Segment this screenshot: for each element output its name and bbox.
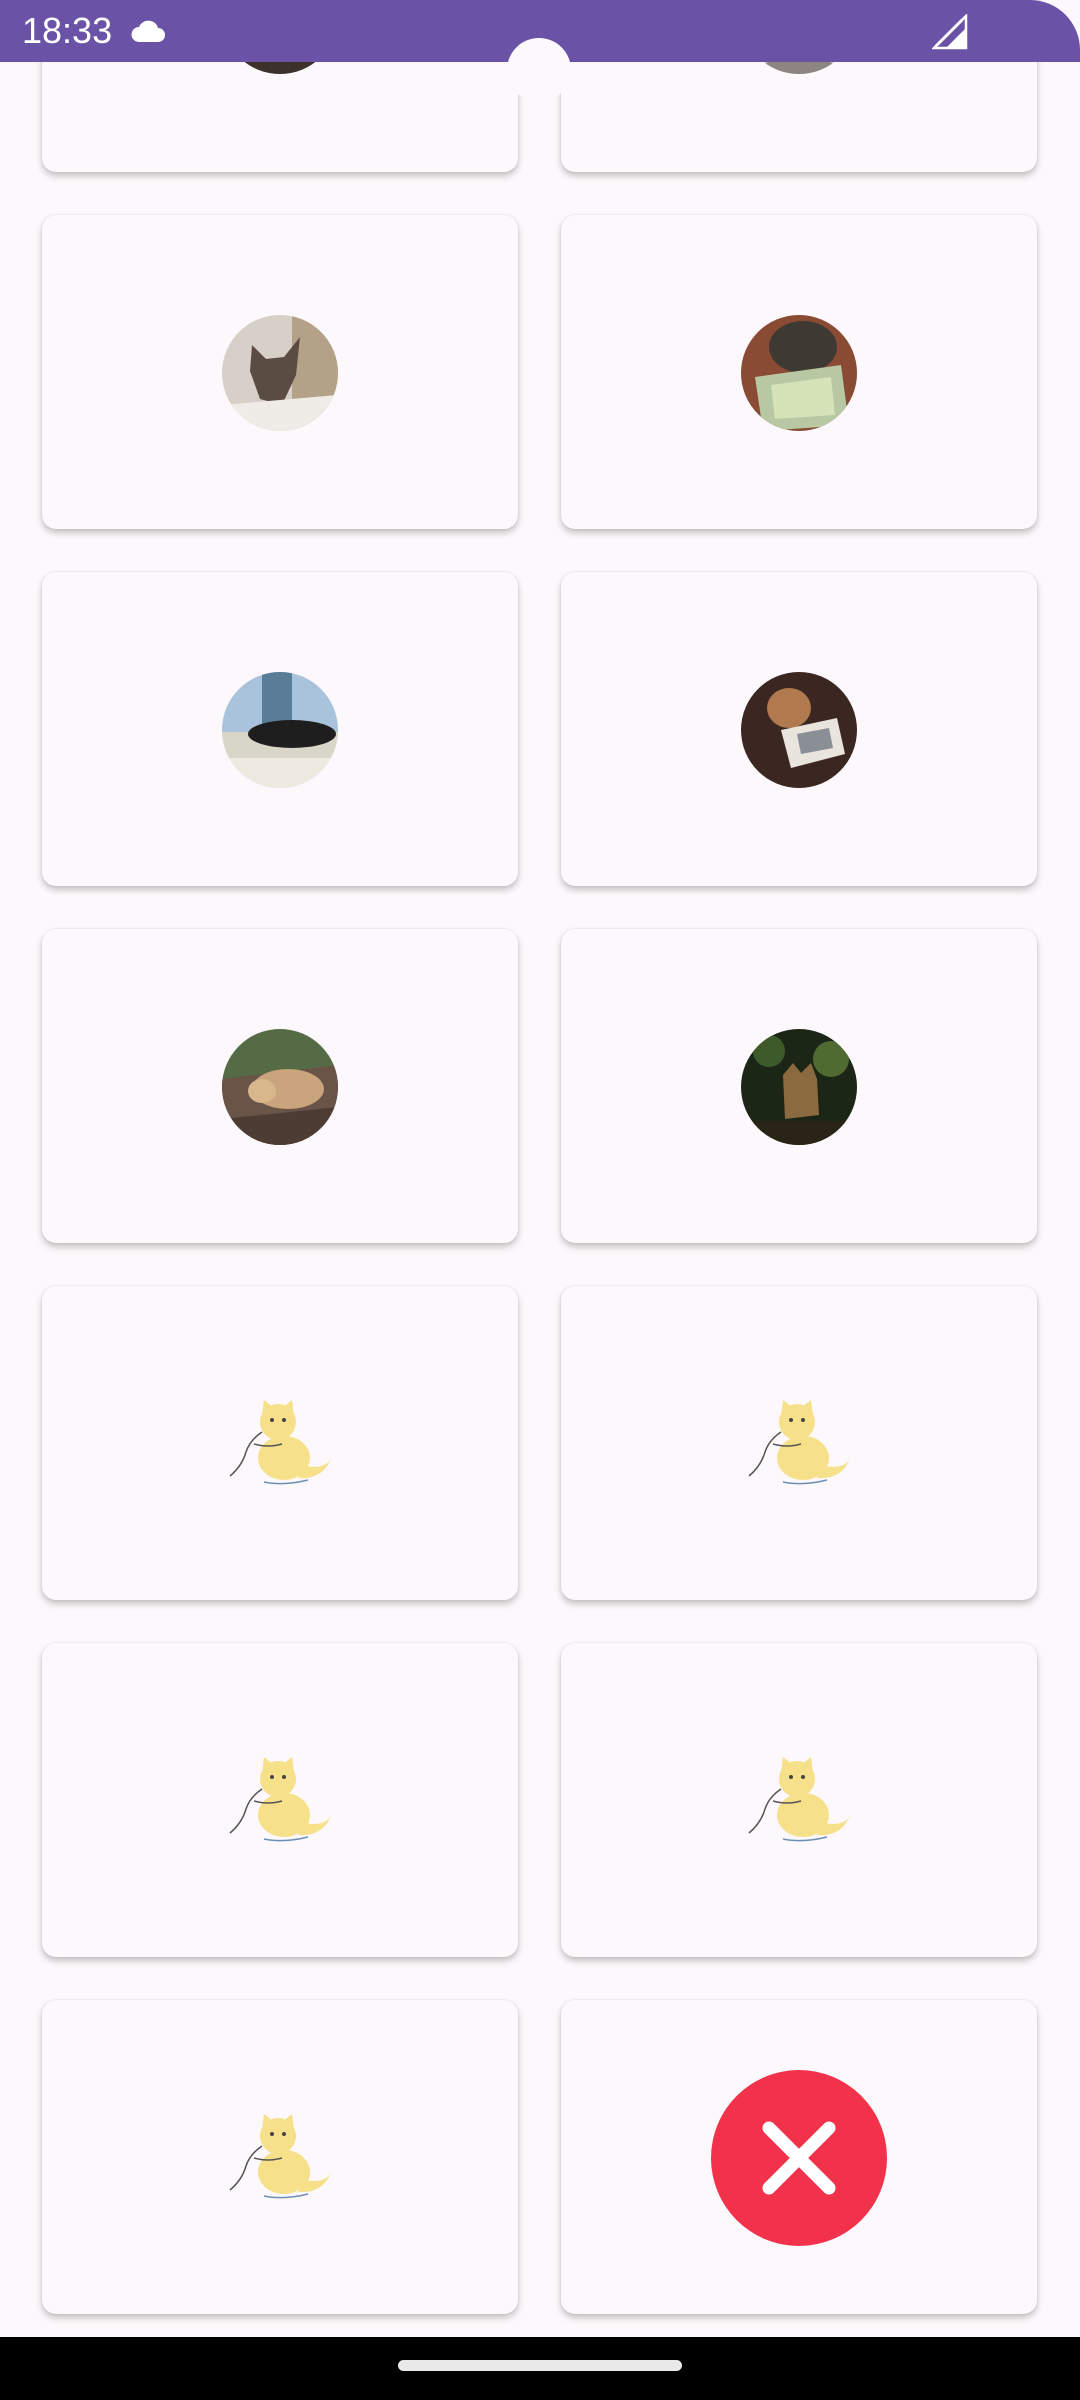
cat-card[interactable] (42, 929, 518, 1243)
home-gesture-handle[interactable] (398, 2360, 682, 2371)
cat-card-placeholder[interactable] (561, 1643, 1037, 1957)
cancel-button[interactable] (711, 2070, 887, 2246)
cloud-icon (131, 20, 165, 42)
signal-icon (932, 14, 968, 50)
status-time: 18:33 (22, 10, 113, 51)
cat-card-placeholder[interactable] (42, 2000, 518, 2314)
cat-card-placeholder[interactable] (561, 1286, 1037, 1600)
cat-card[interactable] (561, 572, 1037, 886)
cat-card[interactable] (561, 215, 1037, 529)
yellow-cat-with-yarn-icon (229, 2114, 332, 2199)
yellow-cat-with-yarn-icon (748, 1400, 851, 1485)
yellow-cat-with-yarn-icon (229, 1400, 332, 1485)
cat-card-placeholder[interactable] (42, 1286, 518, 1600)
yellow-cat-with-yarn-icon (748, 1757, 851, 1842)
cat-photo (222, 315, 338, 431)
cat-gallery-screen: 18:33 (0, 0, 1080, 2400)
cat-photo (222, 1029, 338, 1145)
cat-photo (741, 672, 857, 788)
cat-card[interactable] (42, 215, 518, 529)
camera-cutout (507, 38, 571, 102)
cat-card-placeholder[interactable] (42, 1643, 518, 1957)
cat-photo (741, 1029, 857, 1145)
cat-image-grid (0, 0, 1080, 2400)
navigation-bar (0, 2337, 1080, 2400)
cat-card-error[interactable] (561, 2000, 1037, 2314)
yellow-cat-with-yarn-icon (229, 1757, 332, 1842)
cat-card[interactable] (561, 929, 1037, 1243)
cat-card[interactable] (42, 572, 518, 886)
close-icon (762, 2121, 836, 2195)
cat-photo (222, 672, 338, 788)
cat-photo (741, 315, 857, 431)
